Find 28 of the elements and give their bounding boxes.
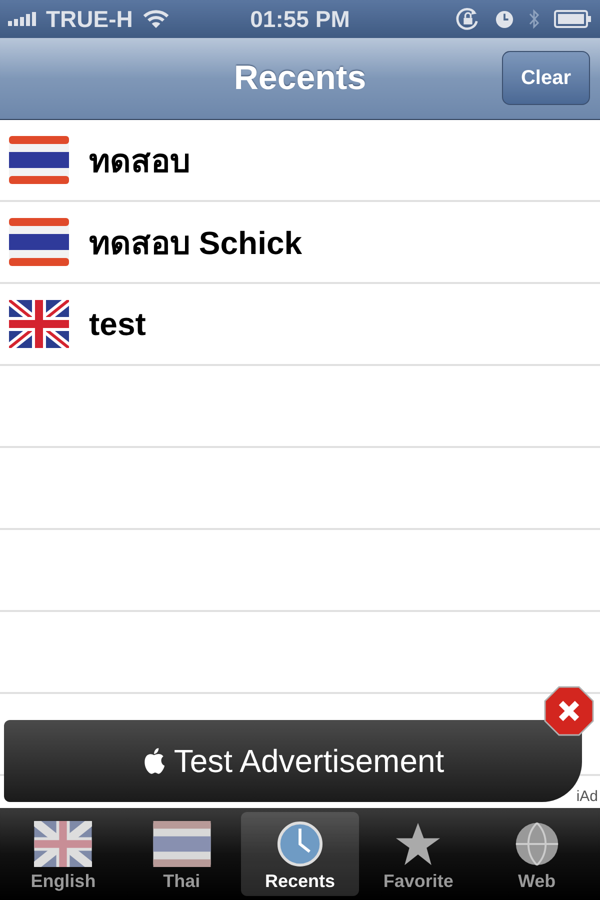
page-title: Recents: [234, 59, 366, 98]
tab[interactable]: English: [4, 812, 122, 896]
close-button[interactable]: [544, 686, 594, 736]
thai-flag-icon: [152, 821, 211, 867]
recent-item[interactable]: test: [0, 284, 600, 366]
uk-flag-icon: [34, 821, 92, 867]
tab[interactable]: Thai: [122, 812, 241, 896]
ad-text: Test Advertisement: [174, 742, 444, 780]
carrier-name: TRUE-H: [46, 6, 133, 32]
signal-icon: [8, 12, 36, 26]
bluetooth-icon: [528, 8, 540, 30]
uk-flag-icon: [9, 300, 69, 348]
tab[interactable]: Web: [478, 812, 596, 896]
wifi-icon: [142, 10, 169, 28]
clear-button[interactable]: Clear: [502, 51, 590, 105]
tab[interactable]: Recents: [240, 812, 360, 896]
thai-flag-icon: [9, 136, 69, 184]
recent-text: ทดสอบ: [89, 142, 190, 180]
clock-icon: [495, 10, 514, 28]
recent-item[interactable]: ทดสอบ: [0, 120, 600, 202]
status-time: 01:55 PM: [250, 6, 350, 32]
recent-item[interactable]: ทดสอบ Schick: [0, 202, 600, 284]
recent-text: ทดสอบ Schick: [89, 224, 302, 262]
battery-icon: [554, 10, 592, 28]
tab[interactable]: Favorite: [359, 812, 478, 896]
apple-icon: [142, 747, 166, 775]
thai-flag-icon: [9, 218, 69, 266]
recent-text: test: [89, 306, 146, 342]
